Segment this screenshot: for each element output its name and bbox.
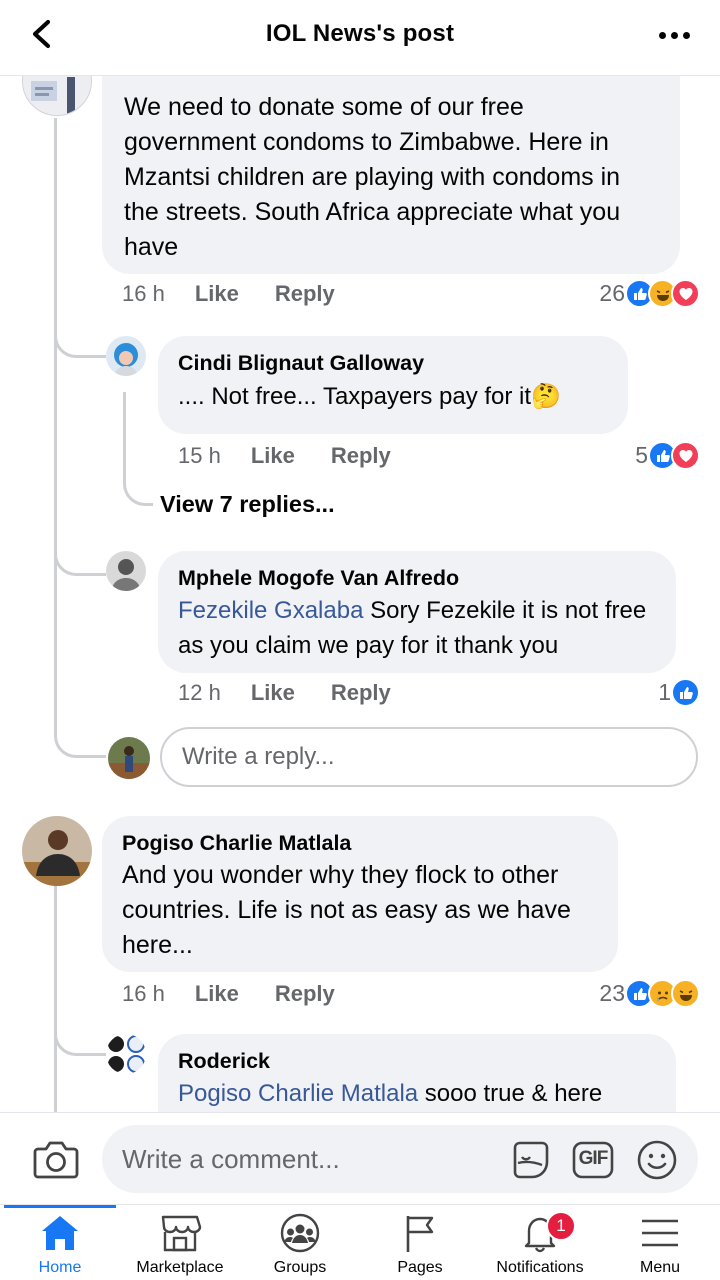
comment-actions: 16 h Like Reply xyxy=(122,281,335,307)
comment-bubble: Roderick Pogiso Charlie Matlala sooo tru… xyxy=(158,1034,676,1112)
reaction-summary[interactable]: 23 xyxy=(599,979,700,1008)
sticker-icon xyxy=(513,1141,549,1179)
tab-label: Menu xyxy=(639,1259,681,1276)
reply-button[interactable]: Reply xyxy=(331,443,391,469)
like-button[interactable]: Like xyxy=(251,443,295,469)
comments-feed: We need to donate some of our free gover… xyxy=(0,0,720,1112)
reply-input[interactable]: Write a reply... xyxy=(160,727,698,787)
reaction-count: 5 xyxy=(635,442,648,468)
comment-author[interactable]: Pogiso Charlie Matlala xyxy=(122,828,598,858)
comment-input[interactable]: Write a comment... GIF xyxy=(102,1125,698,1193)
reaction-count: 23 xyxy=(599,980,625,1006)
camera-icon xyxy=(33,1141,79,1179)
home-icon xyxy=(42,1216,78,1250)
reaction-count: 26 xyxy=(599,280,625,306)
top-bar: IOL News's post xyxy=(0,0,720,76)
tab-pages[interactable]: Pages xyxy=(360,1205,480,1280)
reaction-count: 1 xyxy=(658,679,671,705)
hamburger-menu-icon xyxy=(642,1219,678,1247)
sticker-button[interactable] xyxy=(510,1139,552,1181)
notification-badge: 1 xyxy=(546,1211,576,1241)
more-dot-icon xyxy=(682,31,690,39)
comment-bubble: Cindi Blignaut Galloway .... Not free...… xyxy=(158,336,628,434)
comment-text: .... Not free... Taxpayers pay for it🤔 xyxy=(178,383,561,410)
emoji-button[interactable] xyxy=(636,1139,678,1181)
comment-time: 16 h xyxy=(122,981,165,1006)
my-avatar xyxy=(108,737,150,779)
comment-time: 15 h xyxy=(178,443,221,468)
mention-link[interactable]: Pogiso Charlie Matlala xyxy=(178,1080,418,1107)
bottom-tab-bar: Home Marketplace Groups Pages 1 Notifica… xyxy=(0,1204,720,1280)
comment-text: Fezekile Gxalaba Sory Fezekile it is not… xyxy=(178,593,656,663)
thread-connector xyxy=(54,718,106,758)
like-button[interactable]: Like xyxy=(195,281,239,307)
page-title: IOL News's post xyxy=(265,20,455,47)
tab-groups[interactable]: Groups xyxy=(240,1205,360,1280)
reply-button[interactable]: Reply xyxy=(275,281,335,307)
comment-author[interactable]: Cindi Blignaut Galloway xyxy=(178,348,608,378)
comment-text: Pogiso Charlie Matlala sooo true & here xyxy=(178,1076,656,1111)
thread-connector xyxy=(123,470,153,506)
tab-label: Pages xyxy=(397,1259,443,1276)
love-reaction-icon xyxy=(671,441,700,470)
comment-time: 12 h xyxy=(178,680,221,705)
comment-composer: Write a comment... GIF xyxy=(0,1112,720,1204)
reply-placeholder: Write a reply... xyxy=(182,743,335,770)
avatar[interactable] xyxy=(22,816,92,886)
tab-label: Marketplace xyxy=(136,1259,224,1276)
active-tab-indicator xyxy=(4,1205,116,1208)
love-reaction-icon xyxy=(671,279,700,308)
like-reaction-icon xyxy=(671,678,700,707)
tab-marketplace[interactable]: Marketplace xyxy=(120,1205,240,1280)
tab-menu[interactable]: Menu xyxy=(600,1205,720,1280)
comment-actions: 12 h Like Reply xyxy=(178,680,391,706)
like-button[interactable]: Like xyxy=(251,680,295,706)
tab-label: Home xyxy=(38,1259,82,1276)
thread-connector xyxy=(54,1016,106,1056)
tab-home[interactable]: Home xyxy=(0,1205,120,1280)
more-dot-icon xyxy=(658,31,666,39)
thread-connector xyxy=(54,540,106,576)
more-dot-icon xyxy=(670,31,678,39)
comment-time: 16 h xyxy=(122,281,165,306)
like-button[interactable]: Like xyxy=(195,981,239,1007)
tab-label: Groups xyxy=(273,1259,327,1276)
avatar[interactable] xyxy=(106,551,146,591)
emoji-icon xyxy=(637,1140,677,1180)
thread-line xyxy=(54,884,57,1112)
reply-button[interactable]: Reply xyxy=(275,981,335,1007)
comment-bubble: Pogiso Charlie Matlala And you wonder wh… xyxy=(102,816,618,972)
comment-actions: 15 h Like Reply xyxy=(178,443,391,469)
avatar[interactable] xyxy=(106,336,146,376)
marketplace-icon xyxy=(161,1215,202,1252)
comment-text: We need to donate some of our free gover… xyxy=(124,93,621,261)
comment-actions: 16 h Like Reply xyxy=(122,981,335,1007)
reaction-summary[interactable]: 5 xyxy=(635,441,700,470)
comment-text: And you wonder why they flock to other c… xyxy=(122,861,571,959)
groups-icon xyxy=(280,1213,320,1253)
comment-author[interactable]: Roderick xyxy=(178,1046,656,1076)
mention-link[interactable]: Fezekile Gxalaba xyxy=(178,597,363,624)
comment-bubble: Mphele Mogofe Van Alfredo Fezekile Gxala… xyxy=(158,551,676,673)
more-options-button[interactable] xyxy=(652,20,696,50)
comment-placeholder: Write a comment... xyxy=(122,1144,340,1174)
gif-label: GIF xyxy=(578,1148,609,1169)
flag-icon xyxy=(406,1216,434,1252)
gif-button[interactable]: GIF xyxy=(572,1139,614,1181)
comment-body: sooo true & here xyxy=(418,1080,603,1107)
tab-label: Notifications xyxy=(496,1259,584,1276)
view-replies-link[interactable]: View 7 replies... xyxy=(160,491,335,518)
thread-line xyxy=(54,118,57,718)
comment-author[interactable]: Mphele Mogofe Van Alfredo xyxy=(178,563,656,593)
thread-connector xyxy=(54,320,106,358)
reply-button[interactable]: Reply xyxy=(331,680,391,706)
thread-line xyxy=(123,392,126,482)
reaction-summary[interactable]: 1 xyxy=(658,678,700,707)
avatar[interactable] xyxy=(106,1034,146,1074)
camera-button[interactable] xyxy=(32,1137,80,1181)
tab-notifications[interactable]: 1 Notifications xyxy=(480,1205,600,1280)
reaction-summary[interactable]: 26 xyxy=(599,279,700,308)
haha-reaction-icon xyxy=(671,979,700,1008)
